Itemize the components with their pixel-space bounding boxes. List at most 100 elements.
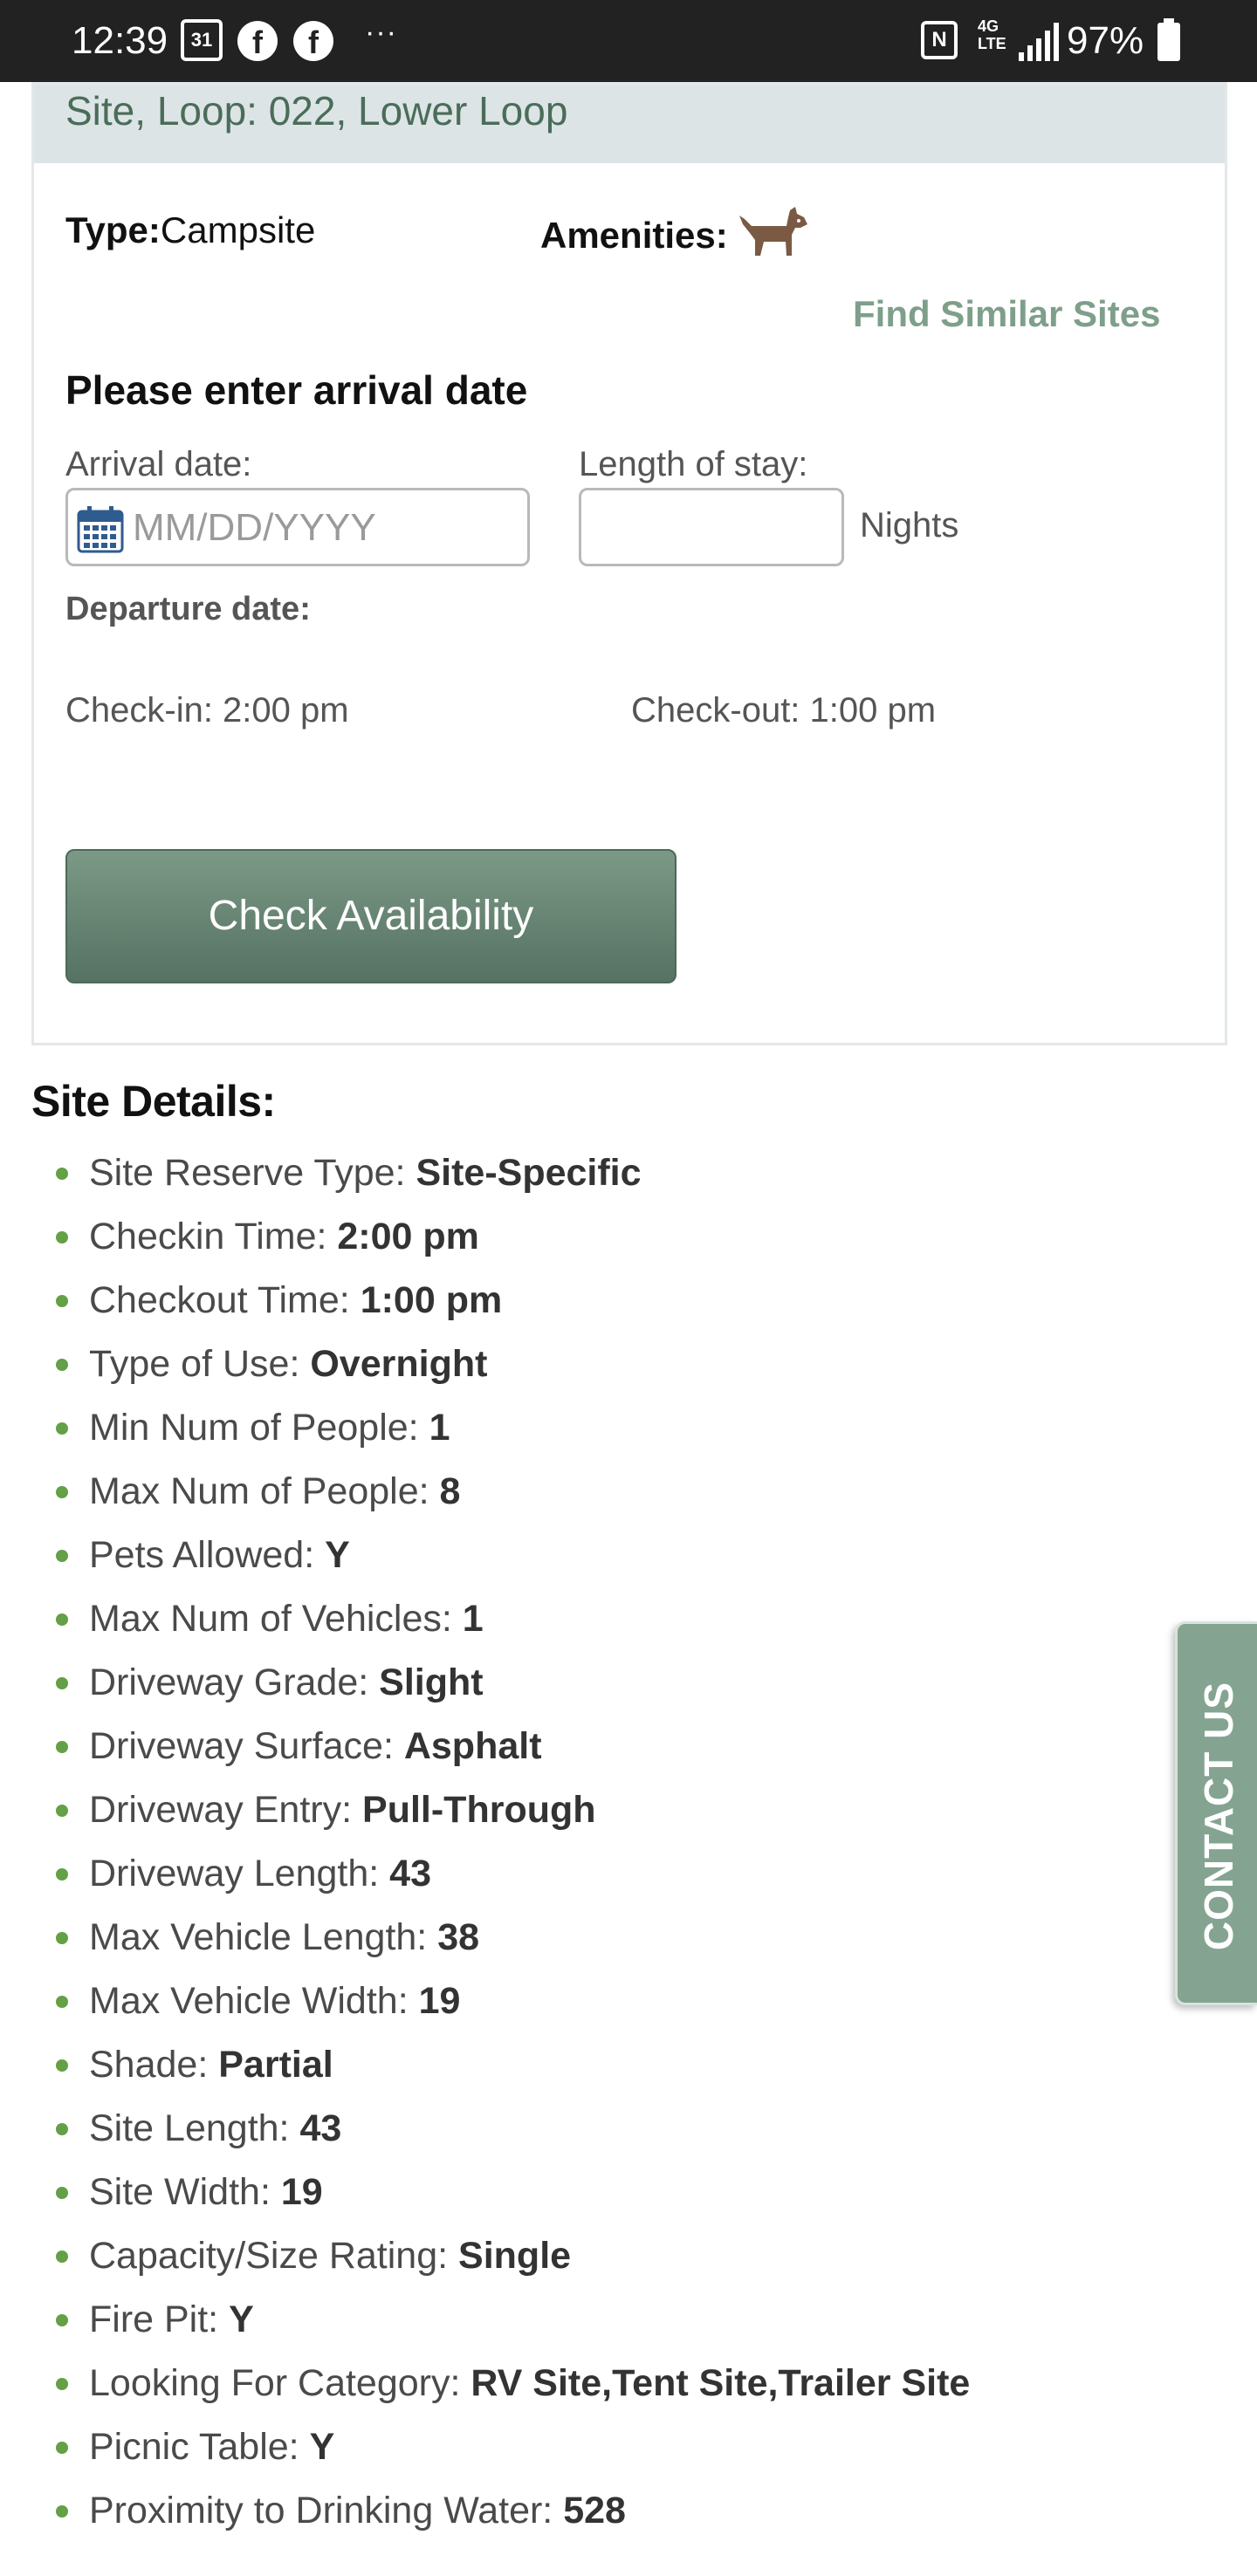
detail-item: Driveway Entry: Pull-Through [52, 1778, 970, 1842]
bullet-icon [56, 1486, 68, 1498]
detail-value: Y [229, 2299, 254, 2340]
detail-value: Site-Specific [416, 1152, 642, 1194]
bullet-icon [56, 2187, 68, 2199]
detail-label: Driveway Grade: [89, 1661, 380, 1703]
detail-value: 1:00 pm [360, 1279, 503, 1321]
contact-us-tab[interactable]: CONTACT US [1175, 1621, 1257, 2005]
bullet-icon [56, 2505, 68, 2518]
detail-value: Overnight [310, 1343, 488, 1385]
arrival-date-field[interactable] [65, 488, 530, 566]
detail-label: Driveway Surface: [89, 1725, 404, 1767]
bullet-icon [56, 1550, 68, 1562]
detail-label: Capacity/Size Rating: [89, 2235, 459, 2277]
detail-item: Max Num of People: 8 [52, 1460, 970, 1524]
bullet-icon [56, 2378, 68, 2390]
bullet-icon [56, 2059, 68, 2072]
detail-item: Type of Use: Overnight [52, 1333, 970, 1396]
calendar-icon: 31 [181, 19, 223, 61]
arrival-date-input[interactable] [133, 497, 517, 558]
bullet-icon [56, 2123, 68, 2135]
detail-item: Fire Pit: Y [52, 2288, 970, 2352]
check-out-time: Check-out: 1:00 pm [631, 691, 937, 730]
detail-item: Site Length: 43 [52, 2097, 970, 2161]
detail-label: Picnic Table: [89, 2426, 310, 2468]
lte-icon: 4G LTE [978, 17, 1006, 52]
detail-value: Single [458, 2235, 572, 2277]
detail-value: 8 [439, 1470, 461, 1512]
site-card: Site, Loop: 022, Lower Loop Type:Campsit… [31, 82, 1227, 1045]
detail-item: Checkin Time: 2:00 pm [52, 1205, 970, 1269]
site-details-title: Site Details: [31, 1077, 276, 1126]
detail-item: Checkout Time: 1:00 pm [52, 1269, 970, 1333]
detail-item: Min Num of People: 1 [52, 1396, 970, 1460]
dog-icon [739, 207, 807, 256]
detail-item: Picnic Table: Y [52, 2415, 970, 2479]
detail-item: Site Width: 19 [52, 2161, 970, 2224]
status-bar: 12:39 31 f f ··· N 4G LTE 97% [0, 0, 1257, 82]
bullet-icon [56, 2442, 68, 2454]
detail-value: Y [309, 2426, 335, 2468]
detail-value: Slight [379, 1661, 484, 1703]
detail-label: Type of Use: [89, 1343, 311, 1385]
length-of-stay-field[interactable] [579, 488, 844, 566]
bullet-icon [56, 1231, 68, 1243]
battery-percent: 97% [1067, 19, 1144, 62]
facebook-icon: f [293, 21, 333, 61]
more-notifications-icon: ··· [365, 16, 397, 49]
length-of-stay-label: Length of stay: [579, 445, 808, 483]
site-details-list: Site Reserve Type: Site-Specific Checkin … [52, 1141, 970, 2543]
site-header: Site, Loop: 022, Lower Loop [34, 85, 1225, 163]
detail-label: Min Num of People: [89, 1407, 429, 1449]
nights-label: Nights [860, 506, 959, 545]
bullet-icon [56, 1996, 68, 2008]
detail-label: Proximity to Drinking Water: [89, 2490, 564, 2531]
detail-item: Max Vehicle Length: 38 [52, 1906, 970, 1970]
detail-item: Site Reserve Type: Site-Specific [52, 1141, 970, 1205]
site-title: Site, Loop: 022, Lower Loop [65, 88, 568, 134]
bullet-icon [56, 1613, 68, 1626]
detail-item: Max Vehicle Width: 19 [52, 1970, 970, 2033]
bullet-icon [56, 1741, 68, 1753]
length-of-stay-input[interactable] [581, 490, 841, 564]
type-label: Type: [65, 209, 161, 250]
status-time: 12:39 [72, 19, 168, 62]
find-similar-sites-link[interactable]: Find Similar Sites [853, 292, 1160, 336]
detail-value: Pull-Through [362, 1789, 596, 1831]
detail-label: Shade: [89, 2044, 219, 2086]
detail-label: Max Num of Vehicles: [89, 1598, 463, 1640]
detail-label: Checkin Time: [89, 1216, 338, 1257]
bullet-icon [56, 1168, 68, 1180]
detail-value: 1 [429, 1407, 450, 1449]
bullet-icon [56, 1677, 68, 1689]
detail-value: 38 [437, 1916, 480, 1958]
bullet-icon [56, 2314, 68, 2326]
departure-date-label: Departure date: [65, 591, 311, 627]
detail-value: 2:00 pm [337, 1216, 479, 1257]
detail-value: 19 [280, 2171, 323, 2213]
nfc-icon: N [921, 21, 958, 59]
detail-value: RV Site,Tent Site,Trailer Site [471, 2362, 971, 2404]
detail-item: Looking For Category: RV Site,Tent Site,… [52, 2352, 970, 2415]
detail-item: Pets Allowed: Y [52, 1524, 970, 1587]
detail-item: Driveway Grade: Slight [52, 1651, 970, 1715]
bullet-icon [56, 1422, 68, 1435]
bullet-icon [56, 1932, 68, 1944]
detail-item: Shade: Partial [52, 2033, 970, 2097]
bullet-icon [56, 1868, 68, 1881]
detail-value: Y [325, 1534, 350, 1576]
detail-value: 43 [389, 1853, 432, 1894]
detail-label: Checkout Time: [89, 1279, 361, 1321]
arrival-date-label: Arrival date: [65, 445, 252, 483]
detail-item: Capacity/Size Rating: Single [52, 2224, 970, 2288]
arrival-heading: Please enter arrival date [65, 367, 528, 413]
detail-value: 43 [299, 2107, 342, 2149]
calendar-icon[interactable] [77, 506, 124, 553]
detail-label: Site Width: [89, 2171, 281, 2213]
detail-label: Pets Allowed: [89, 1534, 326, 1576]
signal-icon [1019, 23, 1059, 61]
check-availability-button[interactable]: Check Availability [65, 849, 677, 983]
detail-item: Driveway Length: 43 [52, 1842, 970, 1906]
site-type: Type:Campsite [65, 209, 315, 252]
detail-label: Max Vehicle Width: [89, 1980, 419, 2022]
check-in-time: Check-in: 2:00 pm [65, 691, 349, 730]
